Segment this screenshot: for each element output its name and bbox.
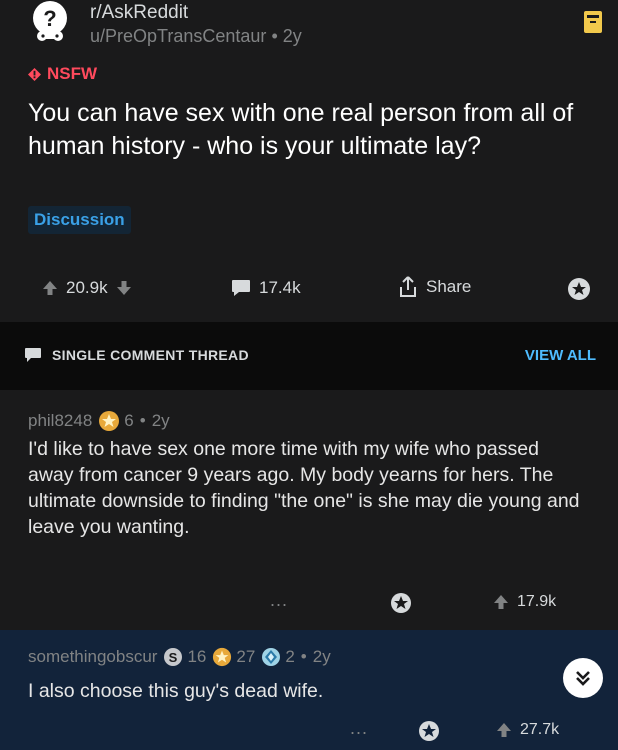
single-comment-thread-bar: SINGLE COMMENT THREAD VIEW ALL <box>0 322 618 390</box>
comment-body: I'd like to have sex one more time with … <box>28 438 580 538</box>
meta-separator: • <box>300 647 307 666</box>
comment-actions: ... 27.7k <box>0 718 618 748</box>
silver-award-icon: S <box>164 648 183 666</box>
upvote-icon[interactable] <box>42 280 58 296</box>
double-chevron-down-icon <box>576 671 590 686</box>
gold-award-icon <box>99 411 120 431</box>
comment-meta: somethingobscur S 16 27 2 • 2y <box>28 647 331 667</box>
thread-label-group: SINGLE COMMENT THREAD <box>24 347 249 363</box>
comment-upvote-count: 17.9k <box>517 593 557 610</box>
comment: phil8248 6 • 2y I'd like to have sex one… <box>0 390 618 630</box>
post-actions: 20.9k 17.4k Share <box>0 270 618 306</box>
share-icon <box>400 276 416 297</box>
more-options-button[interactable]: ... <box>350 718 368 739</box>
meta-separator: • <box>139 411 146 430</box>
share-button[interactable]: Share <box>398 276 471 298</box>
comment-body: I also choose this guy's dead wife. <box>28 680 324 702</box>
comment-meta: phil8248 6 • 2y <box>28 410 170 432</box>
comments-button[interactable]: 17.4k <box>231 278 301 298</box>
comment-vote-group: 27.7k <box>496 721 559 739</box>
upvote-icon[interactable] <box>496 722 512 738</box>
view-all-link[interactable]: VIEW ALL <box>525 347 596 364</box>
award-icon[interactable] <box>390 592 412 614</box>
comment-age: 2y <box>312 647 331 666</box>
award-badge: 27 <box>212 647 255 667</box>
meta-separator: • <box>271 26 283 46</box>
nsfw-diamond-icon <box>28 67 41 81</box>
gold-award-icon <box>213 647 232 667</box>
award-count: 6 <box>124 411 134 430</box>
post-comment-count: 17.4k <box>259 278 301 297</box>
vote-group: 20.9k <box>42 278 132 298</box>
svg-text:?: ? <box>43 6 56 31</box>
award-count: 16 <box>187 647 207 666</box>
comment-vote-group: 17.9k <box>493 593 556 611</box>
comment-author[interactable]: somethingobscur <box>28 647 157 667</box>
comment-actions: ... 17.9k <box>0 590 618 620</box>
reply-comment: somethingobscur S 16 27 2 • 2y I also ch… <box>0 630 618 750</box>
upvote-icon[interactable] <box>493 594 509 610</box>
comment-icon <box>25 348 41 362</box>
post-flair[interactable]: Discussion <box>28 206 131 234</box>
award-badge: S 16 <box>163 647 206 667</box>
post-card: ? r/AskReddit u/PreOpTransCentaur • 2y N… <box>0 0 618 322</box>
svg-text:S: S <box>169 650 178 665</box>
jump-down-button[interactable] <box>563 658 603 698</box>
archive-icon <box>584 11 602 33</box>
post-meta: u/PreOpTransCentaur • 2y <box>90 26 302 47</box>
more-options-button[interactable]: ... <box>270 590 288 611</box>
award-count: 27 <box>236 647 256 666</box>
comment-upvote-count: 27.7k <box>520 721 560 738</box>
award-icon[interactable] <box>567 277 591 301</box>
downvote-icon[interactable] <box>116 280 132 296</box>
post-age: 2y <box>282 26 302 46</box>
nsfw-label: NSFW <box>47 64 98 83</box>
nsfw-tag: NSFW <box>28 64 97 84</box>
comment-icon <box>232 280 250 296</box>
subreddit-avatar-icon[interactable]: ? <box>28 0 76 44</box>
award-badge: 6 <box>98 410 134 432</box>
post-upvote-count: 20.9k <box>66 278 108 297</box>
award-badge: 2 <box>261 647 295 667</box>
award-count: 2 <box>285 647 295 666</box>
post-title[interactable]: You can have sex with one real person fr… <box>28 97 598 163</box>
subreddit-name[interactable]: r/AskReddit <box>90 2 188 24</box>
comment-age: 2y <box>151 411 170 430</box>
post-author[interactable]: u/PreOpTransCentaur <box>90 26 266 46</box>
award-icon[interactable] <box>418 720 440 742</box>
share-label: Share <box>426 277 472 296</box>
thread-label: SINGLE COMMENT THREAD <box>52 347 249 363</box>
platinum-award-icon <box>262 648 281 666</box>
comment-author[interactable]: phil8248 <box>28 411 92 431</box>
